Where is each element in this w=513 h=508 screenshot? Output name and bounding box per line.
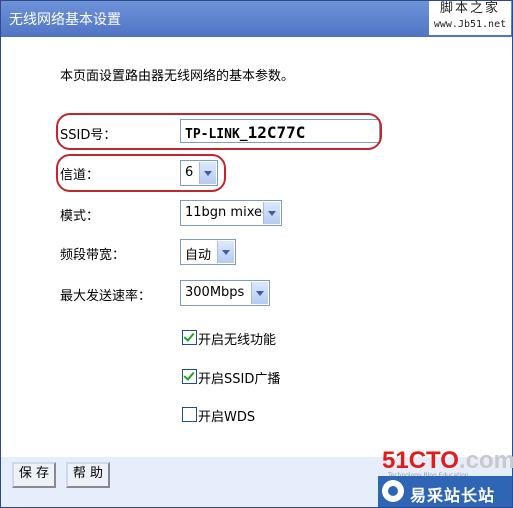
channel-highlight-outline: [56, 154, 226, 192]
bandwidth-value: 自动: [185, 248, 212, 263]
watermark-site-url: www.Jb51.net: [433, 19, 507, 30]
bandwidth-select[interactable]: 自动: [180, 239, 236, 265]
page-description: 本页面设置路由器无线网络的基本参数。: [60, 69, 295, 84]
enable-wds-label: 开启WDS: [198, 410, 256, 425]
watermark-51cto-logo: 51CTO.com: [382, 447, 513, 474]
mode-select[interactable]: 11bgn mixed: [180, 200, 282, 226]
watermark-jb51: 脚本之家 www.Jb51.net: [429, 1, 511, 35]
enable-wireless-checkbox[interactable]: [182, 330, 197, 345]
page-title: 无线网络基本设置: [9, 12, 121, 28]
watermark-brand-text: 易采站长站: [410, 486, 496, 505]
max-rate-select[interactable]: 300Mbps: [180, 280, 270, 306]
max-rate-label: 最大发送速率：: [60, 289, 152, 304]
chevron-down-icon[interactable]: [263, 202, 280, 224]
enable-wds-checkbox[interactable]: [182, 407, 197, 422]
ssid-highlight-outline: [56, 113, 382, 150]
save-button[interactable]: 保 存: [12, 462, 56, 488]
chevron-down-icon[interactable]: [217, 241, 234, 263]
watermark-site-title: 脚本之家: [439, 1, 500, 16]
mode-value: 11bgn mixed: [185, 205, 271, 220]
chevron-down-icon[interactable]: [251, 282, 268, 304]
help-button[interactable]: 帮 助: [66, 462, 110, 488]
max-rate-value: 300Mbps: [185, 285, 245, 300]
enable-ssid-broadcast-label: 开启SSID广播: [198, 372, 281, 387]
enable-ssid-broadcast-checkbox[interactable]: [182, 369, 197, 384]
brand-logo-icon: [382, 480, 404, 502]
mode-label: 模式：: [60, 209, 100, 224]
watermark-brand-bar: 易采站长站: [378, 476, 512, 507]
enable-wireless-label: 开启无线功能: [198, 333, 277, 348]
bandwidth-label: 频段带宽：: [60, 248, 126, 263]
